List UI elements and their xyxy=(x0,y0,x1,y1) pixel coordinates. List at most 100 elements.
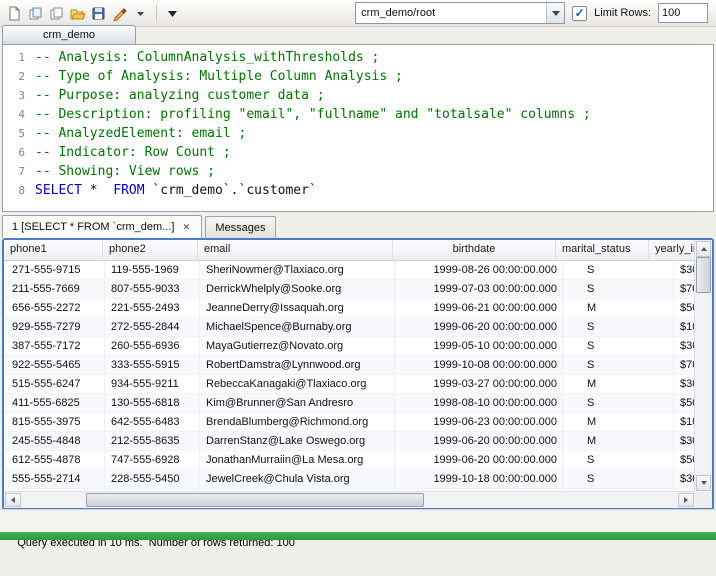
scroll-right-icon[interactable] xyxy=(678,493,694,507)
table-cell: JeanneDerry@Issaquah.org xyxy=(200,299,395,318)
horizontal-scroll-thumb[interactable] xyxy=(86,493,424,507)
new-file-icon[interactable] xyxy=(5,4,24,23)
editor-gutter: 12345678 xyxy=(3,45,29,211)
column-header-yearly_income[interactable]: yearly_income xyxy=(649,240,695,260)
toolbar-right: crm_demo/root ✓ Limit Rows: xyxy=(355,2,708,24)
table-cell: 642-555-6483 xyxy=(105,413,200,432)
table-row[interactable]: 411-555-6825130-555-6818Kim@Brunner@San … xyxy=(4,394,695,413)
table-cell: $50K - $70K xyxy=(674,451,695,470)
table-cell: M xyxy=(563,413,674,432)
table-cell: Kim@Brunner@San Andresro xyxy=(200,394,395,413)
table-cell: 228-555-5450 xyxy=(105,470,200,489)
table-cell: 1998-08-10 00:00:00.000 xyxy=(395,394,563,413)
table-cell: $70K - $90K xyxy=(674,356,695,375)
editor-code[interactable]: -- Analysis: ColumnAnalysis_withThreshol… xyxy=(29,45,713,211)
table-cell: SheriNowmer@Tlaxiaco.org xyxy=(200,261,395,280)
table-cell: 555-555-2714 xyxy=(4,470,105,489)
vertical-scroll-thumb[interactable] xyxy=(696,257,711,293)
table-cell: S xyxy=(563,280,674,299)
table-cell: 1999-06-23 00:00:00.000 xyxy=(395,413,563,432)
table-cell: S xyxy=(563,394,674,413)
table-row[interactable]: 656-555-2272221-555-2493JeanneDerry@Issa… xyxy=(4,299,695,318)
table-cell: 1999-06-21 00:00:00.000 xyxy=(395,299,563,318)
table-cell: JonathanMurraiin@La Mesa.org xyxy=(200,451,395,470)
table-row[interactable]: 245-555-4848212-555-8635DarrenStanz@Lake… xyxy=(4,432,695,451)
code-line: -- Description: profiling "email", "full… xyxy=(35,105,713,124)
table-row[interactable]: 271-555-9715119-555-1969SheriNowmer@Tlax… xyxy=(4,261,695,280)
scroll-down-icon[interactable] xyxy=(696,475,711,491)
table-row[interactable]: 387-555-7172260-555-6936MayaGutierrez@No… xyxy=(4,337,695,356)
table-cell: 260-555-6936 xyxy=(105,337,200,356)
dropdown-caret-icon[interactable] xyxy=(131,4,150,23)
close-icon[interactable]: ✕ xyxy=(180,221,192,233)
code-line: -- Purpose: analyzing customer data ; xyxy=(35,86,713,105)
horizontal-scrollbar[interactable] xyxy=(4,491,695,508)
column-header-email[interactable]: email xyxy=(198,240,393,260)
table-cell: 922-555-5465 xyxy=(4,356,105,375)
save-icon[interactable] xyxy=(89,4,108,23)
table-cell: RebeccaKanagaki@Tlaxiaco.org xyxy=(200,375,395,394)
connection-combo[interactable]: crm_demo/root xyxy=(355,2,565,24)
results-tab-query1-label: 1 [SELECT * FROM `crm_dem...] xyxy=(12,221,174,233)
column-header-birthdate[interactable]: birthdate xyxy=(393,240,556,260)
results-tab-messages-label: Messages xyxy=(215,222,265,234)
table-cell: $70K - $90K xyxy=(674,280,695,299)
table-cell: 221-555-2493 xyxy=(105,299,200,318)
table-cell: 1999-10-08 00:00:00.000 xyxy=(395,356,563,375)
run-dropdown-icon[interactable] xyxy=(163,4,182,23)
column-header-phone1[interactable]: phone1 xyxy=(4,240,103,260)
table-row[interactable]: 612-555-4878747-555-6928JonathanMurraiin… xyxy=(4,451,695,470)
table-cell: 212-555-8635 xyxy=(105,432,200,451)
table-cell: M xyxy=(563,299,674,318)
table-row[interactable]: 555-555-2714228-555-5450JewelCreek@Chula… xyxy=(4,470,695,489)
table-cell: $50K - $70K xyxy=(674,299,695,318)
column-header-marital_status[interactable]: marital_status xyxy=(556,240,649,260)
table-row[interactable]: 929-555-7279272-555-2844MichaelSpence@Bu… xyxy=(4,318,695,337)
limit-rows-label: Limit Rows: xyxy=(594,7,651,19)
results-tab-query1[interactable]: 1 [SELECT * FROM `crm_dem...] ✕ xyxy=(2,215,202,238)
column-header-phone2[interactable]: phone2 xyxy=(103,240,198,260)
sql-editor-window: crm_demo/root ✓ Limit Rows: crm_demo 123… xyxy=(0,0,716,540)
table-cell: DarrenStanz@Lake Oswego.org xyxy=(200,432,395,451)
editor-tab-crm-demo[interactable]: crm_demo xyxy=(2,25,136,44)
table-cell: 807-555-9033 xyxy=(105,280,200,299)
limit-rows-input[interactable] xyxy=(658,3,708,23)
table-cell: 1999-06-20 00:00:00.000 xyxy=(395,318,563,337)
results-table-body: 271-555-9715119-555-1969SheriNowmer@Tlax… xyxy=(4,261,695,492)
scroll-up-icon[interactable] xyxy=(696,241,711,257)
limit-rows-checkbox[interactable]: ✓ xyxy=(572,6,587,21)
table-cell: $30K - $50K xyxy=(674,261,695,280)
table-cell: S xyxy=(563,451,674,470)
table-cell: 747-555-6928 xyxy=(105,451,200,470)
table-cell: S xyxy=(563,337,674,356)
table-row[interactable]: 922-555-5465333-555-5915RobertDamstra@Ly… xyxy=(4,356,695,375)
results-tab-messages[interactable]: Messages xyxy=(205,216,275,238)
scrollbar-corner xyxy=(695,492,712,508)
table-row[interactable]: 515-555-6247934-555-9211RebeccaKanagaki@… xyxy=(4,375,695,394)
table-cell: $10K - $30K xyxy=(674,318,695,337)
table-cell: 515-555-6247 xyxy=(4,375,105,394)
table-cell: M xyxy=(563,432,674,451)
table-row[interactable]: 815-555-3975642-555-6483BrendaBlumberg@R… xyxy=(4,413,695,432)
connection-combo-dropdown[interactable] xyxy=(546,3,564,23)
code-line: SELECT * FROM `crm_demo`.`customer` xyxy=(35,181,713,200)
duplicate-icon[interactable] xyxy=(26,4,45,23)
scroll-left-icon[interactable] xyxy=(5,493,21,507)
line-number: 1 xyxy=(3,48,25,67)
copy-icon[interactable] xyxy=(47,4,66,23)
toolbar-icons xyxy=(5,4,182,23)
vertical-scrollbar[interactable] xyxy=(694,240,712,492)
sql-editor[interactable]: 12345678 -- Analysis: ColumnAnalysis_wit… xyxy=(2,44,714,212)
chevron-down-icon xyxy=(552,11,560,16)
editor-tabbar: crm_demo xyxy=(2,26,714,44)
table-cell: 656-555-2272 xyxy=(4,299,105,318)
table-cell: S xyxy=(563,318,674,337)
open-folder-icon[interactable] xyxy=(68,4,87,23)
table-cell: 1999-08-26 00:00:00.000 xyxy=(395,261,563,280)
table-cell: 1999-03-27 00:00:00.000 xyxy=(395,375,563,394)
table-row[interactable]: 211-555-7669807-555-9033DerrickWhelply@S… xyxy=(4,280,695,299)
table-cell: S xyxy=(563,356,674,375)
code-line: -- AnalyzedElement: email ; xyxy=(35,124,713,143)
status-bar: Query executed in 10 ms. Number of rows … xyxy=(0,509,716,532)
edit-icon[interactable] xyxy=(110,4,129,23)
